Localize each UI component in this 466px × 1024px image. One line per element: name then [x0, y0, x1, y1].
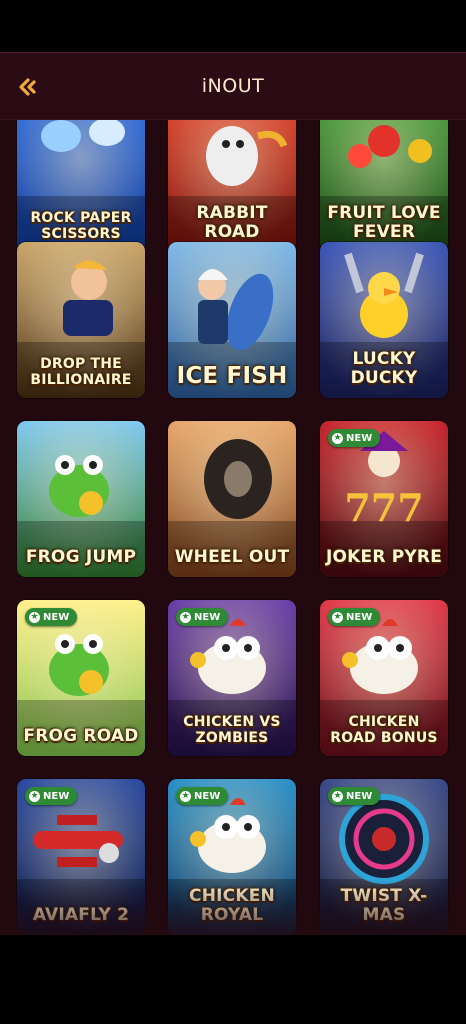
star-icon: ★ — [29, 611, 40, 623]
status-bar-area — [0, 0, 466, 52]
game-tile[interactable]: ★ NEW CHICKEN ROYAL — [168, 779, 296, 935]
game-tile[interactable]: RABBIT ROAD — [168, 120, 296, 252]
game-tile[interactable]: ★ NEW FROG ROAD — [17, 600, 145, 756]
game-title: RABBIT ROAD — [196, 203, 268, 242]
game-tile[interactable]: WHEEL OUT — [168, 421, 296, 577]
badge-label: NEW — [194, 790, 221, 802]
star-icon: ★ — [180, 611, 191, 623]
game-title: JOKER PYRE — [325, 547, 443, 567]
game-title: AVIAFLY 2 — [32, 905, 130, 925]
star-icon: ★ — [332, 790, 343, 802]
game-title: LUCKY DUCKY — [350, 349, 418, 388]
badge-label: NEW — [43, 790, 70, 802]
game-title: DROP THE BILLIONAIRE — [30, 356, 132, 388]
badge-label: NEW — [43, 611, 70, 623]
game-tile[interactable]: ROCK PAPER SCISSORS — [17, 120, 145, 252]
badge-label: NEW — [346, 611, 373, 623]
star-icon: ★ — [332, 611, 343, 623]
game-title: ICE FISH — [176, 363, 288, 389]
game-title: CHICKEN ROYAL — [189, 886, 275, 925]
navigation-area — [0, 935, 466, 1024]
badge-label: NEW — [346, 432, 373, 444]
game-tile[interactable]: ICE FISH — [168, 242, 296, 398]
game-title: CHICKEN VS ZOMBIES — [183, 714, 281, 746]
new-badge: ★ NEW — [25, 787, 78, 805]
badge-label: NEW — [346, 790, 373, 802]
game-tile[interactable]: FRUIT LOVE FEVER — [320, 120, 448, 252]
page-title: iNOUT — [201, 75, 265, 97]
game-tile[interactable]: FROG JUMP — [17, 421, 145, 577]
new-badge: ★ NEW — [25, 608, 78, 626]
svg-text:777: 777 — [344, 485, 423, 530]
game-tile[interactable]: ★ NEW AVIAFLY 2 — [17, 779, 145, 935]
game-tile[interactable]: ★ NEW TWIST X-MAS — [320, 779, 448, 935]
game-tile[interactable]: 777 ★ NEW JOKER PYRE — [320, 421, 448, 577]
game-title: ROCK PAPER SCISSORS — [30, 210, 132, 242]
game-title: CHICKEN ROAD BONUS — [330, 714, 438, 746]
new-badge: ★ NEW — [328, 429, 381, 447]
game-title: TWIST X-MAS — [340, 886, 428, 925]
game-tile[interactable]: ★ NEW CHICKEN ROAD BONUS — [320, 600, 448, 756]
new-badge: ★ NEW — [328, 608, 381, 626]
star-icon: ★ — [332, 432, 343, 444]
star-icon: ★ — [180, 790, 191, 802]
game-title: WHEEL OUT — [174, 547, 290, 567]
game-tile[interactable]: ★ NEW CHICKEN VS ZOMBIES — [168, 600, 296, 756]
game-tile[interactable]: DROP THE BILLIONAIRE — [17, 242, 145, 398]
new-badge: ★ NEW — [176, 787, 229, 805]
game-title: FRUIT LOVE FEVER — [327, 203, 441, 242]
game-title: FROG ROAD — [23, 726, 139, 746]
app-header: iNOUT — [0, 52, 466, 120]
badge-label: NEW — [194, 611, 221, 623]
game-tile[interactable]: LUCKY DUCKY — [320, 242, 448, 398]
new-badge: ★ NEW — [176, 608, 229, 626]
star-icon: ★ — [29, 790, 40, 802]
new-badge: ★ NEW — [328, 787, 381, 805]
games-grid: ROCK PAPER SCISSORS RABBIT ROAD FRUIT LO… — [0, 120, 466, 935]
game-title: FROG JUMP — [25, 547, 137, 567]
